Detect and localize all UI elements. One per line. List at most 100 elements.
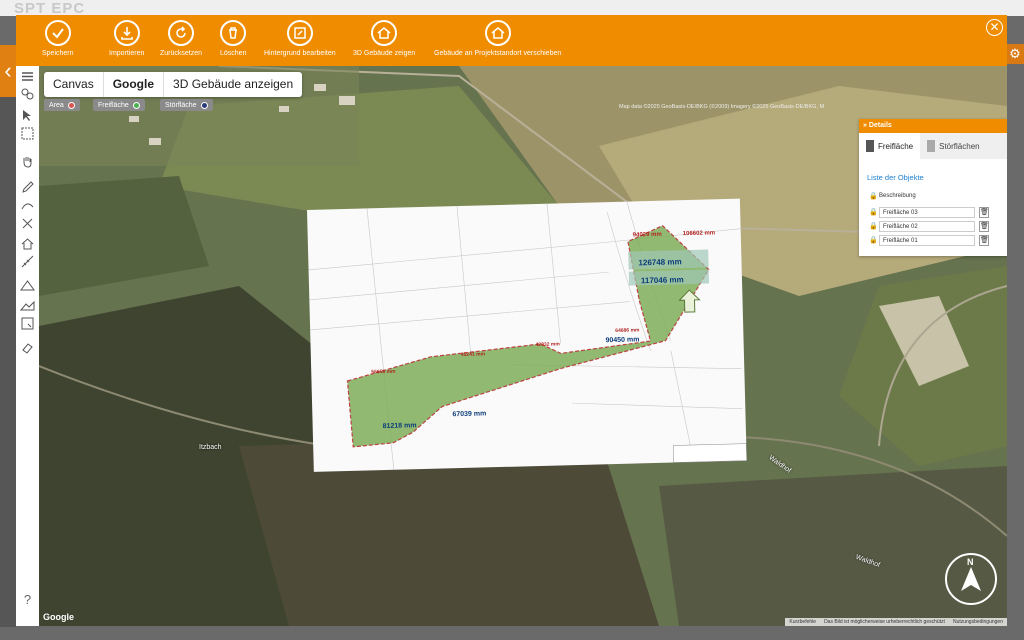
move-buildings-label: Gebäude an Projektstandort verschieben — [434, 50, 562, 57]
reset-button[interactable]: Zurücksetzen — [160, 20, 202, 57]
edit-background-label: Hintergrund bearbeiten — [264, 50, 336, 57]
settings-icon[interactable]: ⚙ — [1006, 44, 1024, 64]
import-button[interactable]: Importieren — [109, 20, 144, 57]
plan-dimension-11: 67039 mm — [452, 410, 486, 418]
trash-icon[interactable]: 🗑 — [979, 220, 989, 232]
show-3d-buildings-label: 3D Gebäude zeigen — [353, 50, 416, 57]
tab-3d-buildings[interactable]: 3D Gebäude anzeigen — [164, 72, 302, 97]
object-name-field[interactable]: Freifläche 02 — [879, 220, 975, 232]
column-description: Beschreibung — [879, 193, 916, 199]
place-label-itzbach: Itzbach — [199, 444, 222, 451]
lock-icon[interactable]: 🔒 — [869, 222, 879, 230]
trash-icon — [220, 20, 247, 46]
legend-freiflaeche-label: Freifläche — [98, 101, 129, 109]
map-footer-credits: Kurzbefehle Das Bild ist möglicherweise … — [785, 618, 1007, 626]
layers-icon[interactable] — [20, 87, 35, 102]
roof-edit-icon[interactable] — [19, 298, 35, 313]
tools-sidebar: ? — [16, 66, 39, 626]
plan-dimension-9: 64686 mm — [615, 327, 640, 334]
object-name-field[interactable]: Freifläche 03 — [879, 206, 975, 218]
tab-stoerflaechen[interactable]: Störflächen — [920, 133, 986, 159]
select-pointer-icon[interactable] — [20, 108, 35, 123]
pan-hand-icon[interactable] — [20, 154, 35, 169]
plan-dimension-4: 106602 mm — [683, 230, 716, 237]
left-strip — [0, 97, 16, 627]
map-mode-tabs: Canvas Google 3D Gebäude anzeigen — [44, 72, 303, 97]
legend-freiflaeche[interactable]: Freifläche — [93, 99, 145, 111]
reset-icon — [168, 20, 195, 46]
object-list-header: 🔒 Beschreibung — [869, 190, 1007, 202]
select-rectangle-icon[interactable] — [20, 126, 35, 141]
editor-modal: Speichern Importieren Zurücksetzen Lösch… — [16, 15, 1007, 626]
roof-icon[interactable] — [20, 278, 35, 293]
terms-link[interactable]: Nutzungsbedingungen — [949, 618, 1007, 626]
lock-icon[interactable]: 🔒 — [869, 192, 879, 200]
details-title: Details — [868, 122, 892, 129]
exclusion-box-icon[interactable] — [20, 316, 35, 331]
import-label: Importieren — [109, 50, 145, 57]
lock-icon[interactable]: 🔒 — [869, 236, 879, 244]
legend-stoerflaeche-dot — [200, 101, 208, 109]
plan-dimension-6: 56658 mm — [371, 369, 396, 376]
north-compass[interactable]: N — [945, 553, 997, 605]
details-header[interactable]: » Details — [859, 119, 1007, 133]
close-button[interactable]: ✕ — [986, 19, 1003, 36]
list-item: 🔒 Freifläche 03 🗑 — [869, 206, 1007, 218]
plan-dimension-3: 94029 mm — [633, 232, 662, 239]
map-credit: Map data ©2025 GeoBasis-DE/BKG (©2009) I… — [619, 104, 825, 110]
edit-background-button[interactable]: Hintergrund bearbeiten — [264, 20, 336, 57]
tab-freiflaeche[interactable]: Freifläche — [859, 133, 921, 159]
lock-icon[interactable]: 🔒 — [869, 208, 879, 216]
site-plan-overlay: 126748 mm 117046 mm 94029 mm 106602 mm 9… — [307, 198, 747, 472]
legend-area-dot — [67, 101, 75, 109]
home-move-icon — [484, 20, 511, 46]
collapse-left-button[interactable]: ‹ — [0, 45, 16, 97]
object-name-field[interactable]: Freifläche 01 — [879, 234, 975, 246]
tab-freiflaeche-label: Freifläche — [878, 141, 914, 151]
plan-dimension-2: 117046 mm — [641, 275, 684, 285]
edit-background-icon — [286, 20, 313, 46]
north-arrow-icon — [961, 567, 981, 591]
details-tabs: Freifläche Störflächen — [859, 133, 1007, 159]
legend-stoerflaeche[interactable]: Störfläche — [160, 99, 213, 111]
reset-label: Zurücksetzen — [160, 50, 203, 57]
google-logo: Google — [43, 612, 74, 622]
cut-icon[interactable] — [20, 216, 35, 231]
trash-icon[interactable]: 🗑 — [979, 206, 989, 218]
show-3d-buildings-button[interactable]: 3D Gebäude zeigen — [353, 20, 415, 57]
tab-google[interactable]: Google — [104, 72, 165, 97]
measure-icon[interactable] — [20, 254, 35, 269]
tab-canvas[interactable]: Canvas — [44, 72, 104, 97]
check-icon — [44, 20, 71, 46]
plan-dimension-10: 81218 mm — [383, 422, 417, 430]
freiflaeche-swatch — [866, 140, 874, 152]
satellite-map[interactable]: 126748 mm 117046 mm 94029 mm 106602 mm 9… — [39, 66, 1007, 626]
delete-button[interactable]: Löschen — [220, 20, 246, 57]
save-label: Speichern — [42, 50, 74, 57]
home-icon — [371, 20, 398, 46]
plan-dimension-5: 90450 mm — [605, 336, 639, 344]
delete-label: Löschen — [220, 50, 247, 57]
plan-dimension-7: 45241 mm — [461, 351, 486, 358]
stoerflaechen-swatch — [927, 140, 936, 152]
save-button[interactable]: Speichern — [42, 20, 74, 57]
building-icon[interactable] — [20, 236, 35, 251]
import-icon — [113, 20, 140, 46]
plan-dimension-1: 126748 mm — [638, 257, 681, 267]
legend-area-label: Area — [49, 101, 64, 109]
legend-freiflaeche-dot — [132, 101, 140, 109]
help-icon[interactable]: ? — [20, 592, 35, 607]
draw-curve-icon[interactable] — [20, 198, 35, 213]
details-panel: » Details Freifläche Störflächen Liste d… — [859, 119, 1007, 256]
trash-icon[interactable]: 🗑 — [979, 234, 989, 246]
list-item: 🔒 Freifläche 02 🗑 — [869, 220, 1007, 232]
draw-pencil-icon[interactable] — [20, 180, 35, 195]
toolbar: Speichern Importieren Zurücksetzen Lösch… — [16, 15, 1007, 66]
legend-stoerflaeche-label: Störfläche — [165, 101, 197, 109]
legend-area[interactable]: Area — [44, 99, 80, 111]
menu-icon[interactable] — [20, 69, 35, 84]
keyboard-shortcuts-link[interactable]: Kurzbefehle — [785, 618, 820, 626]
eraser-icon[interactable] — [20, 340, 35, 355]
move-buildings-button[interactable]: Gebäude an Projektstandort verschieben — [434, 20, 561, 57]
list-item: 🔒 Freifläche 01 🗑 — [869, 234, 1007, 246]
